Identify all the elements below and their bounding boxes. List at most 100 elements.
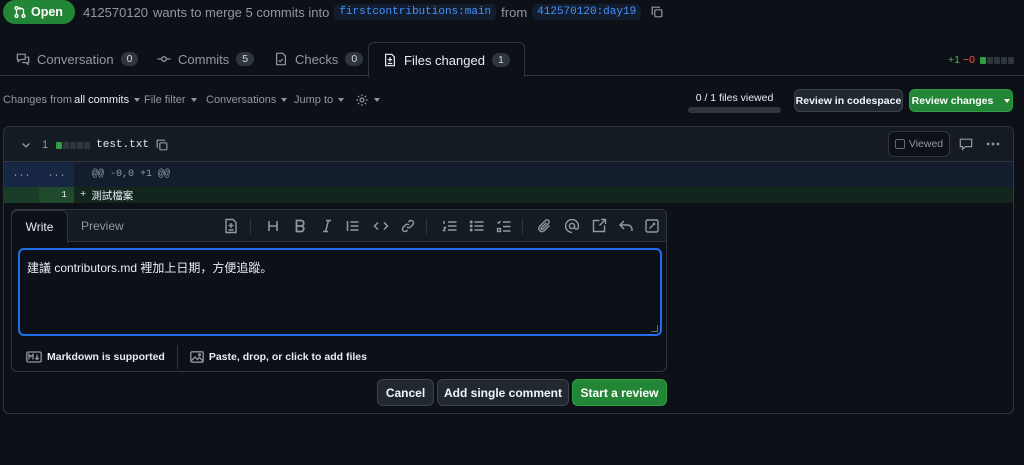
paperclip-icon[interactable]	[537, 218, 553, 234]
diffstat-block	[84, 141, 91, 149]
viewed-label: Viewed	[908, 138, 944, 150]
from-word: from	[501, 4, 528, 20]
added-line-marker: +	[80, 189, 87, 201]
cross-reference-icon[interactable]	[591, 218, 607, 234]
add-single-comment-button[interactable]: Add single comment	[437, 379, 569, 406]
diffstat-block	[1008, 56, 1014, 64]
copy-icon[interactable]	[650, 5, 664, 19]
reply-icon[interactable]	[618, 218, 634, 234]
tab-label: Conversation	[37, 51, 114, 67]
numbered-list-icon[interactable]	[442, 218, 458, 234]
mention-icon[interactable]	[564, 218, 580, 234]
file-diff: 1 test.txt Viewed ... ... @@ -0,0 +1 @@ …	[3, 126, 1014, 414]
diffstat-blocks	[980, 56, 1014, 64]
diffstat-block	[63, 141, 70, 149]
inline-comment-form: Write Preview 建議 contributors.md 裡加上日期，方…	[11, 209, 667, 372]
cancel-button[interactable]: Cancel	[377, 379, 434, 406]
tab-label: Files changed	[404, 52, 485, 68]
checkbox-icon	[894, 139, 905, 149]
pr-author-link[interactable]: 412570120	[83, 5, 148, 20]
hunk-left-marker: ...	[12, 169, 31, 180]
files-viewed-progress: 0 / 1 files viewed	[688, 92, 781, 113]
changes-from-dropdown[interactable]: Changes from all commits	[3, 94, 141, 106]
tab-count: 5	[236, 52, 255, 66]
italic-icon[interactable]	[320, 218, 334, 234]
resize-handle-icon[interactable]	[651, 325, 658, 332]
diffstat: +1 −0	[948, 54, 1014, 66]
kebab-menu-icon[interactable]	[985, 137, 1001, 151]
toolbar-divider	[522, 218, 523, 234]
comment-icon[interactable]	[959, 137, 973, 151]
quote-icon[interactable]	[346, 218, 360, 234]
jump-to-label: Jump to	[294, 94, 334, 106]
files-viewed-label: 0 / 1 files viewed	[695, 92, 774, 104]
comment-footer: Markdown is supported Paste, drop, or cl…	[12, 343, 666, 371]
tab-count: 0	[120, 52, 139, 66]
diffstat-block	[987, 56, 993, 64]
git-commit-icon	[157, 52, 171, 66]
git-pull-request-icon	[13, 5, 27, 19]
tab-write[interactable]: Write	[11, 210, 68, 243]
footer-divider	[176, 345, 178, 369]
jump-to-dropdown[interactable]: Jump to	[294, 94, 345, 106]
toolbar-divider	[426, 218, 427, 234]
checklist-icon	[274, 52, 288, 66]
copy-icon[interactable]	[155, 138, 169, 152]
bulleted-list-icon[interactable]	[469, 218, 485, 234]
settings-dropdown[interactable]	[355, 93, 380, 107]
tab-label: Checks	[295, 51, 339, 67]
chevron-down-icon[interactable]	[20, 139, 32, 151]
diffstat-block	[1001, 56, 1007, 64]
insert-template-icon[interactable]	[224, 218, 238, 234]
toolbar-divider	[250, 218, 251, 234]
suggestion-icon[interactable]	[644, 218, 660, 234]
markdown-icon	[26, 351, 42, 363]
conversations-label: Conversations	[206, 94, 277, 106]
comment-text: 建議 contributors.md 裡加上日期，方便追蹤。	[27, 261, 273, 275]
review-changes-button[interactable]: Review changes	[909, 89, 1013, 112]
review-in-codespace-button[interactable]: Review in codespace	[794, 89, 903, 112]
comment-tabs: Write Preview	[11, 210, 666, 243]
tab-conversation[interactable]: Conversation 0	[16, 42, 139, 76]
file-name-link[interactable]: test.txt	[96, 139, 149, 151]
file-filter-dropdown[interactable]: File filter	[144, 94, 197, 106]
task-list-icon[interactable]	[496, 218, 512, 234]
new-line-number[interactable]: 1	[39, 187, 74, 203]
attach-files-button[interactable]: Paste, drop, or click to add files	[189, 351, 367, 363]
pr-tabs: Conversation 0 Commits 5 Checks 0 Files …	[0, 42, 1024, 77]
chevron-down-icon	[134, 98, 141, 102]
tab-commits[interactable]: Commits 5	[157, 42, 255, 76]
tab-files-changed[interactable]: Files changed 1	[368, 42, 525, 77]
start-review-button[interactable]: Start a review	[572, 379, 667, 406]
changes-from-value: all commits	[74, 94, 130, 106]
heading-icon[interactable]	[266, 218, 280, 234]
pr-state-badge: Open	[3, 0, 75, 24]
chevron-down-icon	[374, 98, 380, 102]
file-header: 1 test.txt Viewed	[4, 127, 1013, 162]
files-toolbar: Changes from all commits File filter Con…	[0, 88, 1024, 114]
hunk-header: @@ -0,0 +1 @@	[92, 169, 171, 180]
diffstat-block	[994, 56, 1000, 64]
expand-lines-button[interactable]: ... ...	[4, 162, 74, 187]
markdown-supported-link[interactable]: Markdown is supported	[26, 351, 165, 363]
link-icon[interactable]	[400, 218, 416, 234]
changed-lines-count: 1	[42, 139, 49, 151]
tab-checks[interactable]: Checks 0	[274, 42, 364, 76]
base-branch[interactable]: firstcontributions:main	[334, 4, 497, 20]
comment-textarea[interactable]: 建議 contributors.md 裡加上日期，方便追蹤。	[18, 248, 662, 336]
review-changes-label: Review changes	[911, 94, 994, 107]
tab-label: Commits	[178, 51, 230, 67]
head-branch[interactable]: 412570120:day19	[532, 4, 642, 20]
tab-count: 0	[345, 52, 364, 66]
gear-icon	[355, 93, 369, 107]
attach-note: Paste, drop, or click to add files	[208, 351, 367, 363]
chevron-down-icon	[190, 98, 197, 102]
diffstat-block	[980, 56, 986, 64]
viewed-checkbox[interactable]: Viewed	[888, 131, 950, 157]
conversations-dropdown[interactable]: Conversations	[206, 94, 288, 106]
diffstat-block	[77, 141, 84, 149]
added-line-row: 1 + 測試檔案	[4, 187, 1013, 203]
bold-icon[interactable]	[293, 218, 307, 234]
code-icon[interactable]	[373, 218, 389, 234]
tab-preview[interactable]: Preview	[81, 210, 124, 242]
